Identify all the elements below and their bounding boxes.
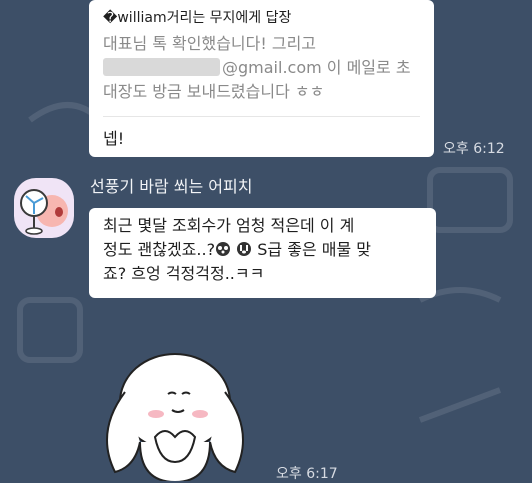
message-line-2: 정도 괜찮겠죠..? S급 좋은 매물 맞 [103,238,423,262]
message-line-1: 최근 몇달 조회수가 엄청 적은데 이 계 [103,216,355,235]
incoming-message-bubble[interactable]: 최근 몇달 조회수가 엄청 적은데 이 계 정도 괜찮겠죠..? S급 좋은 매… [89,208,436,298]
redacted-email [103,58,220,76]
message-line-3: 죠? 흐엉 걱정걱정..ㅋㅋ [103,264,265,283]
message-time: 오후 6:12 [443,141,505,157]
quoted-line-1: 대표님 톡 확인했습니다! 그리고 [103,34,317,53]
crying-face-icon [237,242,252,256]
sender-name: 선풍기 바람 쐬는 어피치 [90,177,253,196]
message-line-2a: 정도 괜찮겠죠..? [103,240,216,259]
reply-message-bubble[interactable]: �william거리는 무지에게 답장 대표님 톡 확인했습니다! 그리고 @g… [89,0,434,157]
quoted-message: 대표님 톡 확인했습니다! 그리고 @gmail.com 이 메일로 초 대장도… [103,32,420,104]
quoted-line-2: @gmail.com 이 메일로 초 [103,56,420,80]
reply-divider [103,116,420,117]
quoted-email-suffix: @gmail.com 이 메일로 초 [222,58,411,77]
puppy-sticker[interactable] [100,332,250,481]
sticker-time: 오후 6:17 [276,466,338,482]
message-line-2b: S급 좋은 매물 맞 [257,240,371,259]
apeach-fan-icon [20,189,68,235]
dizzy-face-icon [216,242,231,256]
sender-avatar[interactable] [14,178,74,238]
quoted-line-3: 대장도 방금 보내드렸습니다 ㅎㅎ [103,82,325,101]
reply-text: 넵! [103,129,125,148]
reply-header: �william거리는 무지에게 답장 [103,10,292,26]
